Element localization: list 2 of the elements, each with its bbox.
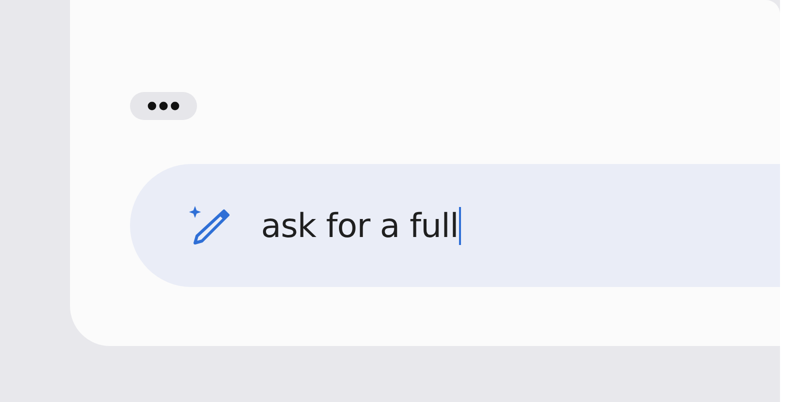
typing-indicator-icon — [130, 92, 197, 120]
prompt-field[interactable]: ask for a full — [130, 164, 780, 287]
